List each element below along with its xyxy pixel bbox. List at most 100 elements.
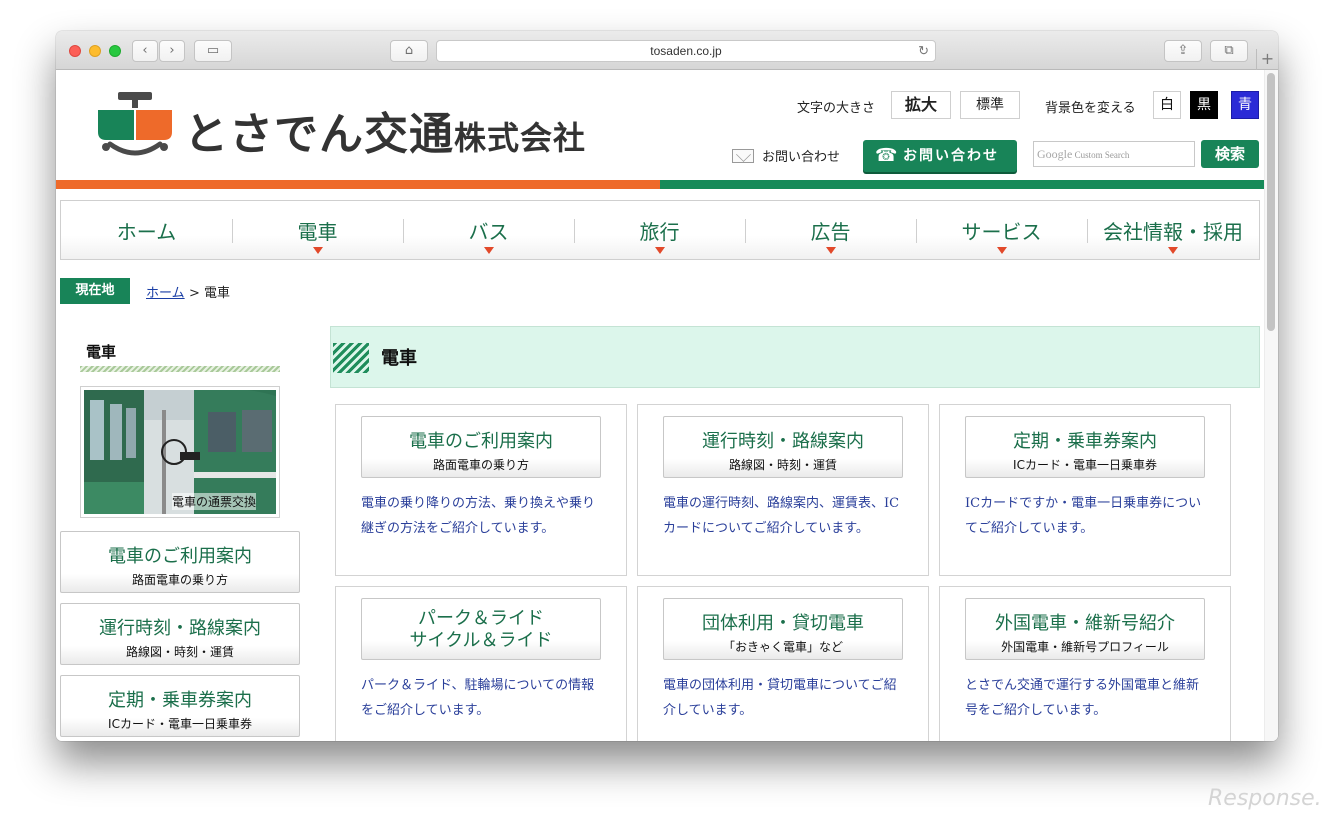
tabs-overview-button[interactable]: ⧉ [1210,40,1248,62]
breadcrumb-home-link[interactable]: ホーム [146,282,185,301]
card-title: 団体利用・貸切電車 [702,613,864,634]
url-text: tosaden.co.jp [650,44,722,58]
chevron-left-icon: ‹ [142,43,148,58]
nav-item-home[interactable]: ホーム [61,201,232,259]
tram-logo-icon [98,92,172,156]
forward-button[interactable]: › [159,40,185,62]
mail-icon [732,149,754,163]
vertical-scrollbar[interactable] [1264,70,1278,741]
share-icon: ⇪ [1177,43,1189,58]
nav-item-label: 電車 [297,220,338,244]
card-charter-button[interactable]: 団体利用・貸切電車 「おきゃく電車」など [663,598,903,660]
nav-item-advertising[interactable]: 広告 [745,201,916,259]
card-subtitle: 路線図・時刻・運賃 [728,458,837,472]
nav-item-label: 旅行 [639,220,680,244]
back-button[interactable]: ‹ [132,40,158,62]
card-foreign-trams-button[interactable]: 外国電車・維新号紹介 外国電車・維新号プロフィール [965,598,1205,660]
plus-icon: + [1260,49,1275,68]
card-subtitle: 路面電車の乗り方 [432,458,529,472]
bg-color-label: 背景色を変える [1045,101,1136,116]
nav-item-service[interactable]: サービス [916,201,1087,259]
nav-item-company[interactable]: 会社情報・採用 [1087,201,1259,259]
zoom-window-button[interactable] [109,45,121,57]
sidebar-toggle-button[interactable]: ▭ [194,40,232,62]
card-charter: 団体利用・貸切電車 「おきゃく電車」など 電車の団体利用・貸切電車についてご紹介… [637,586,929,741]
nav-item-label: サービス [961,220,1042,244]
nav-item-travel[interactable]: 旅行 [574,201,745,259]
tram-photo: 電車の通票交換 [84,390,276,514]
sidebar-item-subtitle: 路線図・時刻・運賃 [125,645,234,659]
striped-heading-icon [333,343,369,373]
card-subtitle: ICカード・電車一日乗車券 [1013,458,1157,472]
breadcrumb-current: > 電車 [189,286,231,301]
card-description: パーク＆ライド、駐輪場についての情報をご紹介しています。 [361,678,595,718]
card-timetable-button[interactable]: 運行時刻・路線案内 路線図・時刻・運賃 [663,416,903,478]
sidebar-item-tickets[interactable]: 定期・乗車券案内 ICカード・電車一日乗車券 [60,675,300,737]
card-tickets-button[interactable]: 定期・乗車券案内 ICカード・電車一日乗車券 [965,416,1205,478]
home-button[interactable]: ⌂ [390,40,428,62]
card-park-and-ride: パーク＆ライド サイクル＆ライド パーク＆ライド、駐輪場についての情報をご紹介し… [335,586,627,741]
sidebar-item-timetable[interactable]: 運行時刻・路線案内 路線図・時刻・運賃 [60,603,300,665]
header-stripe-orange [56,180,660,189]
photo-caption: 電車の通票交換 [172,493,257,510]
site-logo[interactable]: とさでん交通株式会社 [96,92,636,162]
search-button[interactable]: 検索 [1201,140,1259,168]
card-subtitle: 外国電車・維新号プロフィール [1001,640,1169,654]
share-button[interactable]: ⇪ [1164,40,1202,62]
nav-item-label: ホーム [116,220,177,244]
nav-item-label: バス [468,220,509,244]
search-placeholder: Custom Search [1074,150,1130,160]
tabs-icon: ⧉ [1224,43,1234,58]
bg-black-button[interactable]: 黒 [1190,91,1218,119]
contact-button[interactable]: ☎ お問い合わせ [863,140,1017,172]
dropdown-arrow-icon [654,247,665,254]
close-window-button[interactable] [69,45,81,57]
breadcrumb-badge: 現在地 [60,278,130,304]
font-size-large-button[interactable]: 拡大 [891,91,951,119]
bg-white-button[interactable]: 白 [1153,91,1181,119]
minimize-window-button[interactable] [89,45,101,57]
sidebar-photo[interactable]: 電車の通票交換 [80,386,280,518]
new-tab-button[interactable]: + [1256,49,1278,70]
dropdown-arrow-icon [1168,247,1178,254]
sidebar-icon: ▭ [206,43,220,58]
browser-window: ‹ › ▭ ⌂ tosaden.co.jp ↻ ⇪ ⧉ + とさでん交通株式会社… [56,31,1278,741]
dropdown-arrow-icon [825,247,836,254]
card-description: 電車の団体利用・貸切電車についてご紹介しています。 [663,678,897,718]
sidebar-item-title: 電車のご利用案内 [108,546,252,567]
phone-icon: ☎ [875,145,900,166]
nav-item-label: 広告 [810,220,851,244]
logo-text-main: とさでん交通 [184,109,454,160]
contact-link-label: お問い合わせ [762,150,841,165]
sidebar-item-subtitle: ICカード・電車一日乗車券 [108,717,252,731]
section-header: 電車 [330,326,1260,388]
card-park-and-ride-button[interactable]: パーク＆ライド サイクル＆ライド [361,598,601,660]
section-title: 電車 [381,348,417,369]
nav-item-train[interactable]: 電車 [232,201,403,259]
address-bar[interactable]: tosaden.co.jp ↻ [436,40,936,62]
home-icon: ⌂ [404,43,414,58]
font-size-normal-button[interactable]: 標準 [960,91,1020,119]
bg-blue-button[interactable]: 青 [1231,91,1259,119]
scrollbar-thumb[interactable] [1267,73,1275,331]
logo-text: とさでん交通株式会社 [184,98,586,162]
chevron-right-icon: › [169,43,175,58]
dropdown-arrow-icon [996,247,1007,254]
reload-icon[interactable]: ↻ [918,41,929,61]
contact-link[interactable]: お問い合わせ [732,146,850,166]
card-title-line1: パーク＆ライド [418,608,544,629]
search-input[interactable]: Google Custom Search [1033,141,1195,167]
web-page: とさでん交通株式会社 文字の大きさ 拡大 標準 背景色を変える 白 黒 青 お問… [56,70,1278,741]
card-title: 運行時刻・路線案内 [702,431,864,452]
sidebar-item-usage-guide[interactable]: 電車のご利用案内 路面電車の乗り方 [60,531,300,593]
nav-item-bus[interactable]: バス [403,201,574,259]
card-usage-guide: 電車のご利用案内 路面電車の乗り方 電車の乗り降りの方法、乗り換えや乗り継ぎの方… [335,404,627,576]
card-description: とさでん交通で運行する外国電車と維新号をご紹介しています。 [965,678,1200,718]
card-usage-guide-button[interactable]: 電車のご利用案内 路面電車の乗り方 [361,416,601,478]
card-title-line2: サイクル＆ライド [409,630,553,651]
font-size-label: 文字の大きさ [797,101,876,116]
nav-item-label: 会社情報・採用 [1103,220,1243,244]
sidebar-item-title: 運行時刻・路線案内 [99,618,261,639]
card-description: 電車の乗り降りの方法、乗り換えや乗り継ぎの方法をご紹介しています。 [361,496,596,536]
sidebar-title: 電車 [86,343,117,361]
